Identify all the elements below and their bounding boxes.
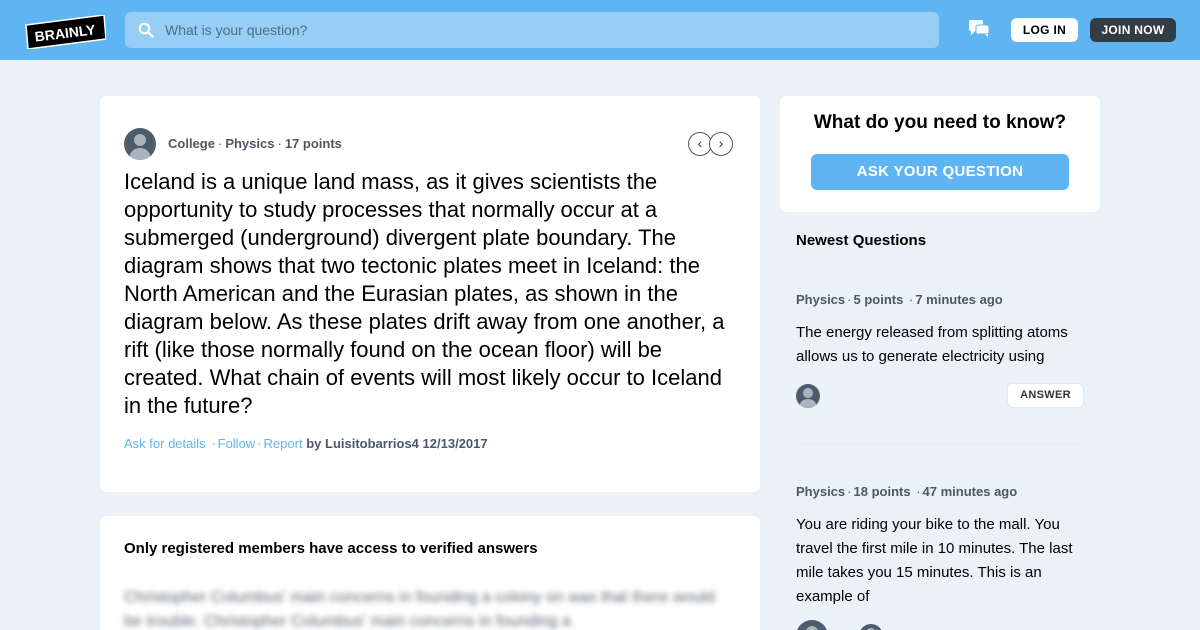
question-subject[interactable]: Physics bbox=[225, 136, 274, 151]
question-navigation: ‹ › bbox=[688, 132, 733, 156]
nq-answerer-avatar[interactable] bbox=[859, 624, 883, 630]
newest-question-meta: Physics · 18 points · 47 minutes ago bbox=[796, 484, 1018, 499]
question-date: 12/13/2017 bbox=[422, 436, 488, 451]
ask-title: What do you need to know? bbox=[813, 112, 1067, 133]
search-icon bbox=[138, 22, 154, 38]
answer-button[interactable]: ANSWER bbox=[1007, 383, 1084, 408]
question-card: College · Physics · 17 points ‹ › Iceland is … bbox=[100, 96, 760, 492]
question-meta: College · Physics · 17 points bbox=[168, 136, 342, 151]
answer-lock-card: Only registered members have access to v… bbox=[100, 516, 760, 630]
search-input[interactable] bbox=[165, 12, 925, 48]
question-grade[interactable]: College bbox=[168, 136, 215, 151]
nq-subject[interactable]: Physics bbox=[796, 484, 845, 499]
nq-avatar[interactable] bbox=[796, 620, 828, 630]
nq-time: 47 minutes ago bbox=[922, 484, 1018, 499]
question-actions: Ask for details · Follow · Report by Luisit… bbox=[124, 436, 488, 451]
top-bar: BRAINLY LOG IN JOIN NOW bbox=[0, 0, 1200, 60]
divider bbox=[796, 443, 1084, 444]
newest-questions-heading: Newest Questions bbox=[796, 232, 927, 249]
nq-time: 7 minutes ago bbox=[915, 292, 1003, 307]
nq-points: 5 points bbox=[853, 292, 904, 307]
by-label: by bbox=[306, 436, 322, 451]
author-name[interactable]: Luisitobarrios4 bbox=[325, 436, 419, 451]
nq-text[interactable]: The energy released from splitting atoms… bbox=[796, 321, 1084, 369]
follow-link[interactable]: Follow bbox=[218, 436, 256, 451]
login-button[interactable]: LOG IN bbox=[1011, 18, 1078, 42]
messages-icon[interactable] bbox=[969, 20, 989, 38]
report-link[interactable]: Report bbox=[264, 436, 303, 451]
blurred-answer: Christopher Columbus' main concerns in f… bbox=[124, 589, 715, 630]
brainly-logo[interactable]: BRAINLY bbox=[24, 15, 106, 49]
nq-text[interactable]: You are riding your bike to the mall. Yo… bbox=[796, 513, 1084, 609]
asker-avatar[interactable] bbox=[124, 128, 156, 160]
ask-your-question-button[interactable]: ASK YOUR QUESTION bbox=[811, 154, 1069, 190]
search-bar[interactable] bbox=[125, 12, 939, 48]
newest-question-item[interactable]: Physics · 5 points · 7 minutes ago The ener… bbox=[796, 292, 1084, 408]
question-points: 17 points bbox=[284, 136, 342, 151]
nq-subject[interactable]: Physics bbox=[796, 292, 845, 307]
ask-question-card: What do you need to know? ASK YOUR QUEST… bbox=[780, 96, 1100, 212]
next-arrow-icon[interactable]: › bbox=[709, 132, 733, 156]
nq-avatar[interactable] bbox=[796, 384, 820, 408]
nq-points: 18 points bbox=[853, 484, 911, 499]
ask-for-details-link[interactable]: Ask for details bbox=[124, 436, 206, 451]
join-now-button[interactable]: JOIN NOW bbox=[1090, 18, 1176, 42]
registered-notice: Only registered members have access to v… bbox=[124, 540, 538, 557]
newest-question-meta: Physics · 5 points · 7 minutes ago bbox=[796, 292, 1003, 307]
question-text: Iceland is a unique land mass, as it giv… bbox=[124, 169, 725, 418]
newest-question-item[interactable]: Physics · 18 points · 47 minutes ago You ar… bbox=[796, 484, 1084, 630]
